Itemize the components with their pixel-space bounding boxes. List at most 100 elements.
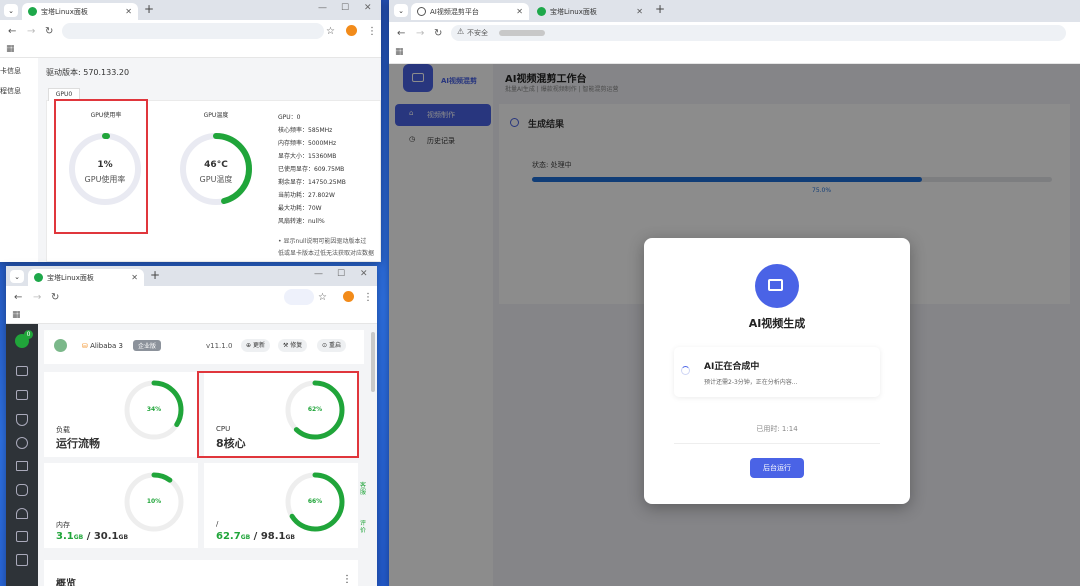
bookmark-star-icon[interactable]: ☆ bbox=[326, 26, 335, 37]
reload-icon[interactable]: ↻ bbox=[51, 292, 59, 303]
terminal-icon[interactable] bbox=[16, 531, 28, 542]
folder-icon[interactable] bbox=[16, 461, 28, 471]
disk-used-unit: GB bbox=[240, 534, 251, 541]
stat-vram-size: 显存大小：15360MB bbox=[278, 153, 337, 160]
memory-percent: 10% bbox=[146, 498, 162, 505]
usage-highlight-box bbox=[54, 99, 148, 234]
baota-sidebar: 0 bbox=[6, 324, 38, 586]
address-bar[interactable]: ⚠ 不安全 bbox=[451, 25, 1066, 41]
security-label: 不安全 bbox=[467, 29, 488, 37]
home-icon[interactable] bbox=[16, 366, 28, 376]
update-button[interactable]: ⊕ 更新 bbox=[241, 339, 270, 352]
bookmarks-bar: ▦ bbox=[389, 44, 1080, 64]
minimize-button[interactable]: — bbox=[314, 269, 323, 279]
monitor-icon[interactable] bbox=[16, 390, 28, 400]
modal-divider bbox=[674, 443, 880, 444]
close-tab-icon[interactable]: ✕ bbox=[636, 7, 643, 16]
close-window-button[interactable]: ✕ bbox=[360, 269, 368, 279]
tab-baota[interactable]: 宝塔Linux面板 ✕ bbox=[28, 269, 144, 286]
tab-ai-video[interactable]: AI视频混剪平台 ✕ bbox=[411, 3, 529, 20]
run-background-button[interactable]: 后台运行 bbox=[750, 458, 804, 478]
stat-vram-free: 剩余显存：14750.25MB bbox=[278, 179, 346, 186]
nav-item-card-info[interactable]: 卡信息 bbox=[0, 66, 21, 76]
gpu-content: 驱动版本: 570.133.20 GPU0 GPU使用率 1% GPU使用率 G… bbox=[38, 58, 381, 262]
apps-grid-icon[interactable]: ▦ bbox=[6, 44, 15, 54]
profile-avatar[interactable] bbox=[343, 291, 354, 302]
new-tab-button[interactable]: + bbox=[655, 2, 665, 16]
browser-window-baota: ⌄ 宝塔Linux面板 ✕ + — ☐ ✕ ← → ↻ ☆ ⋮ ▦ 0 ⛁ Al… bbox=[6, 266, 377, 586]
overview-card bbox=[44, 560, 358, 586]
close-tab-icon[interactable]: ✕ bbox=[125, 7, 132, 16]
menu-dots-icon[interactable]: ⋮ bbox=[367, 26, 377, 37]
bookmarks-bar: ▦ bbox=[0, 42, 381, 58]
load-title: 负载 bbox=[56, 426, 70, 434]
tab-search-button[interactable]: ⌄ bbox=[394, 4, 408, 17]
reload-icon[interactable]: ↻ bbox=[45, 26, 53, 37]
close-tab-icon[interactable]: ✕ bbox=[131, 273, 138, 282]
nav-item-process-info[interactable]: 程信息 bbox=[0, 86, 21, 96]
forward-icon[interactable]: → bbox=[33, 292, 41, 303]
repair-button[interactable]: ⚒ 修复 bbox=[278, 339, 308, 352]
temp-value: 46°C bbox=[204, 160, 228, 170]
users-icon[interactable] bbox=[16, 508, 28, 519]
disk-used: 62.7 bbox=[216, 531, 241, 542]
close-window-button[interactable]: ✕ bbox=[364, 3, 372, 13]
baota-favicon bbox=[28, 7, 37, 16]
memory-separator: / bbox=[86, 531, 91, 542]
modal-title: AI视频生成 bbox=[748, 317, 806, 330]
stat-vram-used: 已使用显存：609.75MB bbox=[278, 166, 345, 173]
stat-gpu-id: GPU：0 bbox=[278, 114, 301, 121]
menu-dots-icon[interactable]: ⋮ bbox=[363, 292, 373, 303]
tab-baota[interactable]: 宝塔Linux面板 ✕ bbox=[22, 3, 138, 20]
tab-search-button[interactable]: ⌄ bbox=[4, 4, 18, 17]
back-icon[interactable]: ← bbox=[8, 26, 16, 37]
left-nav: 卡信息 程信息 bbox=[0, 58, 38, 262]
driver-version: 驱动版本: 570.133.20 bbox=[46, 68, 130, 77]
package-icon[interactable] bbox=[16, 554, 28, 566]
reload-icon[interactable]: ↻ bbox=[434, 28, 442, 39]
globe-icon[interactable] bbox=[16, 437, 28, 449]
disk-total-unit: GB bbox=[285, 534, 296, 541]
null-note: • 显示null说明可能因驱动版本过 低或显卡版本过低无法获取对应数据 bbox=[278, 236, 374, 260]
elapsed-time: 已用时: 1:14 bbox=[756, 425, 798, 433]
shield-icon[interactable] bbox=[16, 414, 28, 426]
side-action-support[interactable]: 客服 bbox=[360, 482, 370, 496]
apps-grid-icon[interactable]: ▦ bbox=[12, 310, 21, 320]
gpu-stats-list: GPU：0 核心频率：585MHz 内存频率：5000MHz 显存大小：1536… bbox=[278, 111, 346, 228]
back-icon[interactable]: ← bbox=[14, 292, 22, 303]
tab-search-button[interactable]: ⌄ bbox=[10, 270, 24, 283]
tab-title: AI视频混剪平台 bbox=[430, 7, 479, 16]
stat-mem-clock: 内存频率：5000MHz bbox=[278, 140, 337, 147]
forward-icon[interactable]: → bbox=[27, 26, 35, 37]
side-action-review[interactable]: 评价 bbox=[360, 520, 370, 534]
minimize-button[interactable]: — bbox=[318, 3, 327, 13]
scrollbar-thumb[interactable] bbox=[371, 332, 375, 392]
profile-avatar[interactable] bbox=[346, 25, 357, 36]
close-tab-icon[interactable]: ✕ bbox=[516, 7, 523, 16]
version-label: v11.1.0 bbox=[206, 342, 233, 350]
overview-more-icon[interactable]: ⋮ bbox=[342, 574, 352, 585]
maximize-button[interactable]: ☐ bbox=[337, 269, 345, 279]
address-bar[interactable] bbox=[62, 23, 324, 39]
disk-separator: / bbox=[253, 531, 258, 542]
forward-icon[interactable]: → bbox=[416, 28, 424, 39]
restart-button[interactable]: ⊙ 重启 bbox=[317, 339, 346, 352]
memory-title: 内存 bbox=[56, 521, 70, 529]
baota-favicon bbox=[34, 273, 43, 282]
back-icon[interactable]: ← bbox=[397, 28, 405, 39]
database-icon[interactable] bbox=[16, 484, 28, 496]
tab-baota[interactable]: 宝塔Linux面板 ✕ bbox=[531, 3, 649, 20]
tab-title: 宝塔Linux面板 bbox=[47, 273, 94, 282]
tab-strip: ⌄ AI视频混剪平台 ✕ 宝塔Linux面板 ✕ + bbox=[389, 0, 1080, 22]
apps-grid-icon[interactable]: ▦ bbox=[395, 47, 404, 57]
bookmark-star-icon[interactable]: ☆ bbox=[318, 292, 327, 303]
new-tab-button[interactable]: + bbox=[144, 2, 154, 16]
tab-title: 宝塔Linux面板 bbox=[41, 7, 88, 16]
new-tab-button[interactable]: + bbox=[150, 268, 160, 282]
browser-window-ai-video: ⌄ AI视频混剪平台 ✕ 宝塔Linux面板 ✕ + ← → ↻ ⚠ 不安全 ▦… bbox=[389, 0, 1080, 586]
note-line-1: • 显示null说明可能因驱动版本过 bbox=[278, 238, 367, 245]
disk-percent: 66% bbox=[307, 498, 323, 505]
stat-power-max: 最大功耗：70W bbox=[278, 205, 322, 212]
address-bar[interactable] bbox=[284, 289, 314, 305]
maximize-button[interactable]: ☐ bbox=[341, 3, 349, 13]
